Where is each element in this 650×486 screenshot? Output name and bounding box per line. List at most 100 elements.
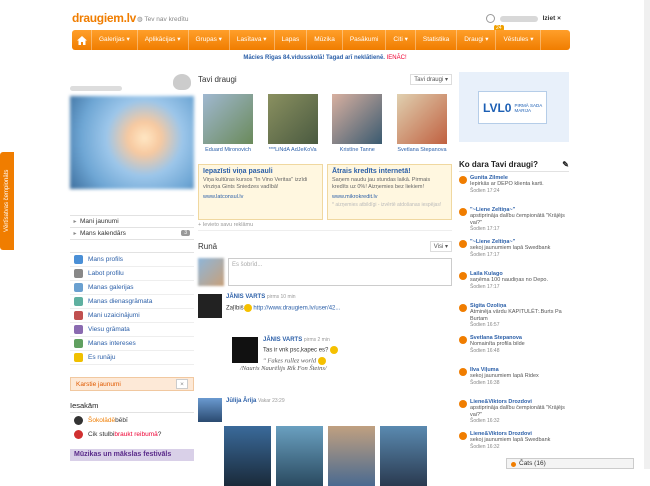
site-logo[interactable]: draugiem.lv [72, 11, 136, 25]
friends-title: Tavi draugi [198, 74, 237, 84]
profile-link[interactable]: Mans profils [70, 253, 194, 267]
post-link[interactable]: http://www.draugiem.lv/user/42... [253, 306, 340, 312]
ad-url[interactable]: www.mikrokredit.lv [332, 194, 447, 200]
friend-photo[interactable] [267, 94, 318, 144]
reply-author[interactable]: JĀNIS VARTS [263, 337, 302, 343]
activity-time: Šodien 17:17 [470, 251, 500, 258]
friend-name[interactable]: Svetlana Stepanova [392, 147, 452, 153]
gallery-photo[interactable] [328, 426, 375, 486]
chat-bar[interactable]: Čats (16) [506, 458, 634, 469]
activity-item: "~Liene Zeltiņa~" sekoj jaunumiem lapā Sw… [459, 239, 569, 268]
scrollbar[interactable] [644, 0, 650, 469]
profile-link[interactable]: Manas dienasgrāmata [70, 295, 194, 309]
friend-card[interactable]: Svetlana Stepanova [392, 94, 452, 153]
nav-item[interactable]: Mūzika [307, 30, 343, 50]
friend-card[interactable]: ***LiNdA AdJeKoVa [263, 94, 323, 153]
reply-time: pirms 2 min [303, 337, 330, 343]
logout-link[interactable]: Iziet × [543, 15, 561, 22]
recommendation-link[interactable]: braukt reibumā [114, 431, 157, 438]
activity-item: Sigita Ozoliņa Atminēja vārdu KAPITULĒT:.… [459, 303, 569, 332]
ad-title[interactable]: Ātrais kredīts internetā! [332, 168, 447, 175]
credit-info[interactable]: ◍ Tev nav kredītu [137, 15, 188, 23]
friend-photo[interactable] [332, 94, 383, 144]
nav-item[interactable]: Grupas ▾ [189, 30, 230, 50]
nav-item[interactable]: Aplikācijas ▾ [138, 30, 189, 50]
add-ad-link[interactable]: + Ievieto savu reklāmu [198, 222, 452, 231]
home-icon[interactable] [72, 30, 92, 50]
activity-desc: Atminēja vārdu KAPITULĒT:.Burts Pa Burta… [470, 309, 562, 322]
friends-select[interactable]: Tavi draugi ▾ [410, 73, 452, 85]
activity-icon [459, 400, 467, 408]
profile-link-icon [74, 297, 83, 306]
nav-item[interactable]: Statistika [416, 30, 458, 50]
friend-name[interactable]: Kristīne Tanne [327, 147, 387, 153]
pencil-icon[interactable]: ✎ [562, 160, 569, 169]
ad-url[interactable]: www.latconsul.lv [203, 194, 318, 200]
recommendation[interactable]: Šokolādē bēbī [70, 413, 194, 427]
activity-item: Ilva Viļuma sekoj jaunumiem lapā Ridex Šod… [459, 367, 569, 396]
menu-item[interactable]: ▸ Mans kalendārs 3 [70, 228, 194, 240]
activity-desc: sekoj jaunumiem lapā Swedbank [470, 437, 551, 443]
profile-link-label: Labot profilu [88, 270, 124, 277]
post-author[interactable]: JĀNIS VARTS [226, 294, 265, 300]
promo-banner[interactable]: Mācies Rīgas 84.vidusskolā! Tagad arī ne… [0, 55, 650, 61]
status-icon [486, 14, 495, 23]
ad-banner[interactable]: LVL0 PIRMĀ SADA MARIJA [459, 72, 569, 142]
profile-link[interactable]: Manas intereses [70, 337, 194, 351]
avatar[interactable] [198, 398, 222, 422]
nav-item[interactable]: Citi ▾ [386, 30, 416, 50]
profile-photo[interactable] [70, 96, 194, 189]
ghost-icon[interactable] [173, 74, 191, 90]
avatar[interactable] [232, 337, 258, 363]
profile-link[interactable]: Manas galerijas [70, 281, 194, 295]
arrow-icon: ▸ [73, 231, 77, 237]
hot-news-bar[interactable]: Karstie jaunumi × [70, 377, 194, 391]
profile-link[interactable]: Labot profilu [70, 267, 194, 281]
feed-post: Jūlija Ārija Vakar 23:29 [198, 398, 452, 486]
friend-photo[interactable] [203, 94, 253, 144]
profile-link-icon [74, 353, 83, 362]
menu-item-label: Mans kalendārs [80, 230, 126, 237]
gallery-photo[interactable] [224, 426, 271, 486]
friend-photo[interactable] [396, 94, 447, 144]
friend-card[interactable]: Eduard Mironovich [198, 94, 258, 153]
profile-link-icon [74, 311, 83, 320]
ad-title[interactable]: Iepazīsti viņa pasauli [203, 168, 318, 175]
nav-item[interactable]: Vēstules ▾ [496, 30, 542, 50]
runa-filter[interactable]: Visi ▾ [429, 240, 452, 252]
profile-link[interactable]: Es runāju [70, 351, 194, 365]
nav-item[interactable]: Pasākumi [343, 30, 387, 50]
nav-item[interactable]: Galerijas ▾ [92, 30, 138, 50]
status-input[interactable]: Es šobrīd... [228, 258, 452, 286]
profile-link[interactable]: Mani uzaicinājumi [70, 309, 194, 323]
nav-item[interactable]: Draugi ▾ [457, 30, 497, 50]
close-icon[interactable]: × [176, 379, 188, 389]
avatar[interactable] [198, 294, 222, 318]
status-composer: Es šobrīd... [198, 258, 452, 286]
activity-icon [459, 432, 467, 440]
gallery-photo[interactable] [380, 426, 427, 486]
recommendation[interactable]: Cik stulbi braukt reibumā? [70, 427, 194, 441]
ad-card[interactable]: Iepazīsti viņa pasauli Viņa kultūras kurs… [198, 164, 323, 220]
nav-item[interactable]: Lapas [275, 30, 308, 50]
reply-quote: " Fakes rullez world /Nauris Naurēlijs R… [240, 357, 327, 373]
menu-item[interactable]: ▸ Mani jaunumi [70, 216, 194, 228]
username-blurred[interactable] [499, 15, 538, 22]
friend-card[interactable]: Kristīne Tanne [327, 94, 387, 153]
profile-name-blurred [70, 86, 122, 91]
activity-icon [459, 336, 467, 344]
ad-card[interactable]: Ātrais kredīts internetā! Saņem naudu jau… [327, 164, 452, 220]
recommendation-link[interactable]: Šokolādē [88, 417, 115, 424]
friend-name[interactable]: Eduard Mironovich [198, 147, 258, 153]
nav-item[interactable]: Lasītava ▾ [230, 30, 275, 50]
question-icon [74, 429, 83, 439]
profile-link[interactable]: Viesu grāmata [70, 323, 194, 337]
championship-side-tab[interactable]: Vērtīsatvas čempionāts [0, 152, 14, 250]
friend-name[interactable]: ***LiNdA AdJeKoVa [263, 147, 323, 153]
menu-item-label: Mani jaunumi [80, 218, 119, 225]
festival-banner[interactable]: Mūzikas un mākslas festivāls [70, 449, 194, 461]
right-column: LVL0 PIRMĀ SADA MARIJA Ko dara Tavi drau… [459, 72, 569, 460]
post-author[interactable]: Jūlija Ārija [226, 398, 256, 404]
main-nav: Galerijas ▾ Aplikācijas ▾ Grupas ▾ Lasītava… [72, 30, 570, 50]
gallery-photo[interactable] [276, 426, 323, 486]
